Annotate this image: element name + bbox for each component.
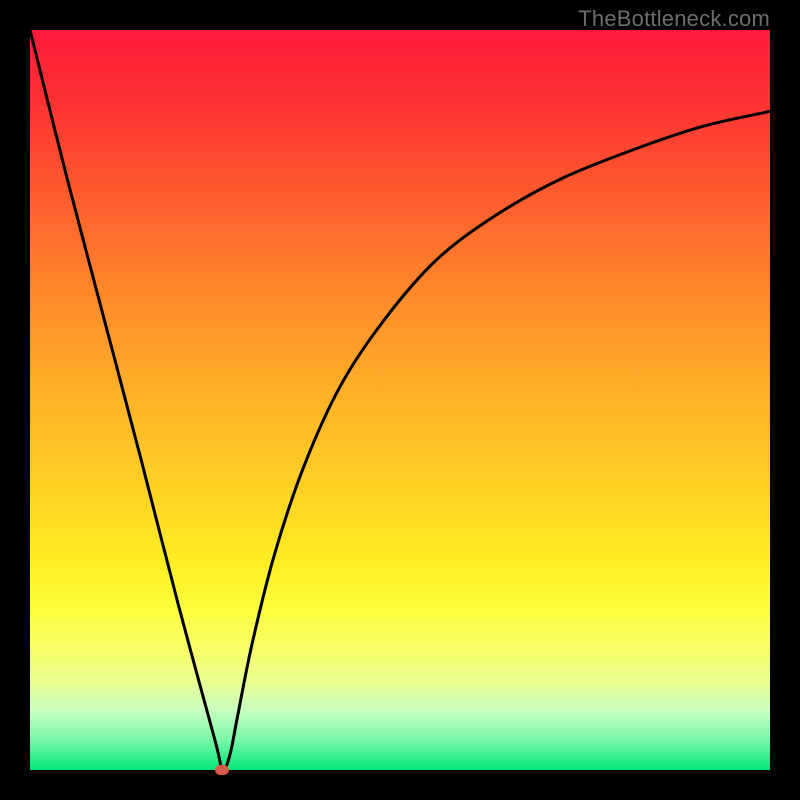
- minimum-marker: [215, 765, 229, 775]
- bottleneck-curve: [30, 30, 770, 770]
- attribution-text: TheBottleneck.com: [578, 6, 770, 32]
- chart-plot-area: [30, 30, 770, 770]
- chart-frame: TheBottleneck.com: [0, 0, 800, 800]
